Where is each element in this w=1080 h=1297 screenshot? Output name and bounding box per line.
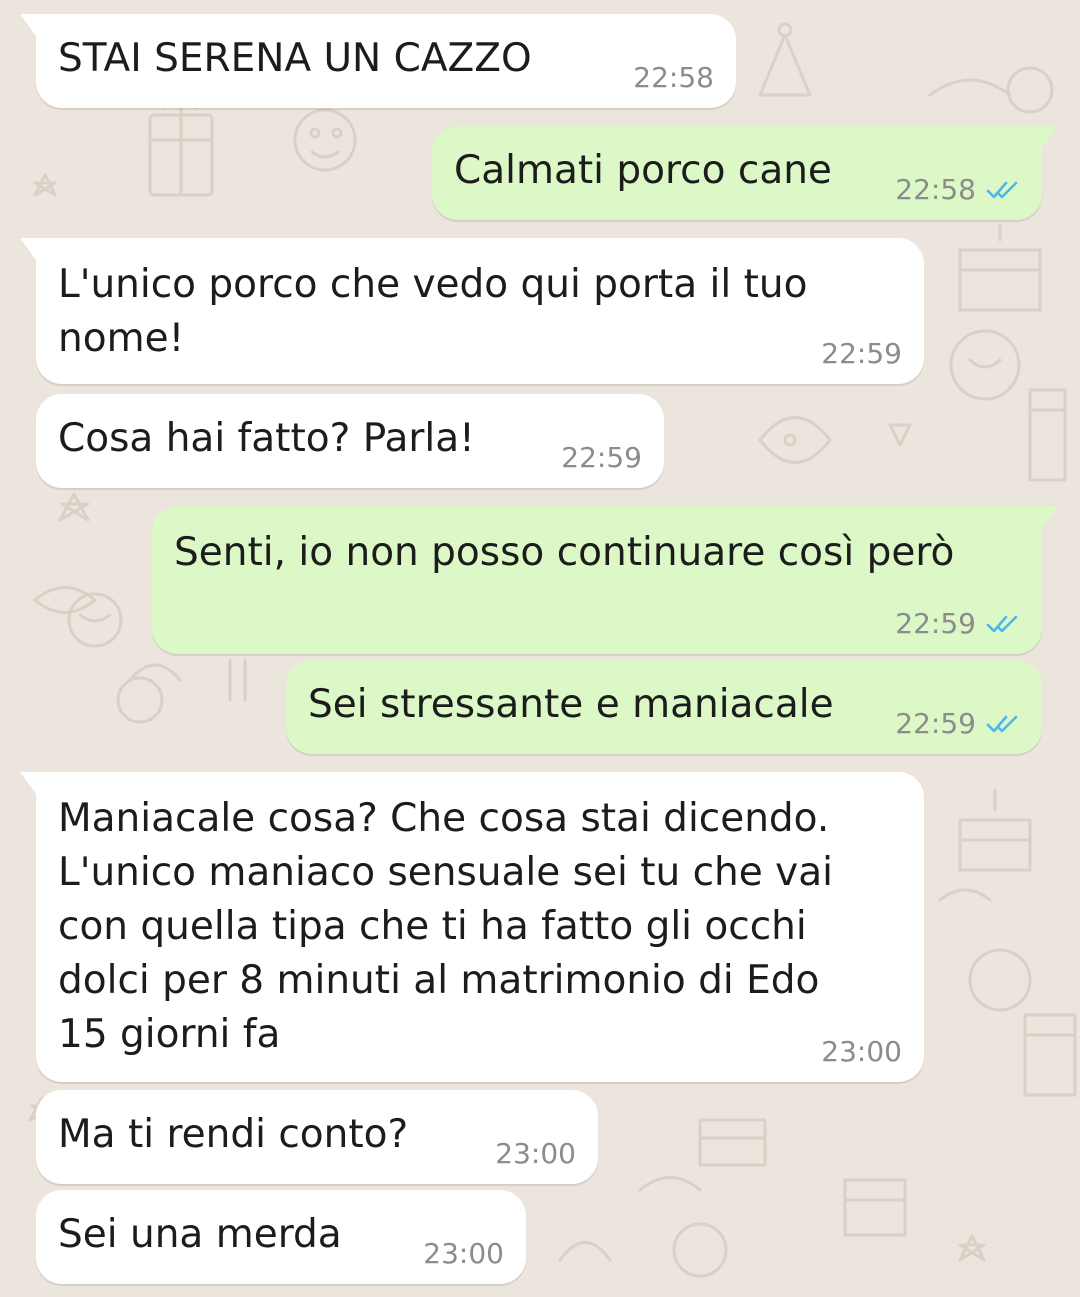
message-timestamp: 22:59 [821, 337, 902, 370]
double-check-icon [986, 615, 1018, 632]
message-timestamp: 23:00 [423, 1237, 504, 1270]
message-meta: 23:00 [821, 1035, 902, 1068]
message-text: Sei una merda [58, 1212, 342, 1257]
message-text: nome! [58, 316, 185, 361]
outgoing-message[interactable]: Senti, io non posso continuare così però… [152, 506, 1058, 654]
double-check-icon [986, 715, 1018, 732]
message-meta: 22:59 [821, 337, 902, 370]
message-meta: 22:59 [895, 607, 1020, 640]
message-timestamp: 22:59 [895, 707, 976, 740]
message-timestamp: 23:00 [821, 1035, 902, 1068]
message-text: L'unico maniaco sensuale sei tu che vai [58, 850, 833, 895]
bubble-tail [20, 772, 36, 794]
message-meta: 23:00 [495, 1137, 576, 1170]
message-text: Calmati porco cane [454, 148, 832, 193]
incoming-message[interactable]: Maniacale cosa? Che cosa stai dicendo. L… [20, 772, 924, 1082]
outgoing-message[interactable]: Sei stressante e maniacale 22:59 [286, 660, 1042, 754]
message-text: Maniacale cosa? Che cosa stai dicendo. [58, 796, 830, 841]
bubble-tail [20, 238, 36, 260]
outgoing-message[interactable]: Calmati porco cane 22:58 [432, 126, 1058, 220]
bubble-tail [1042, 506, 1058, 528]
message-meta: 22:59 [895, 707, 1020, 740]
message-text: con quella tipa che ti ha fatto gli occh… [58, 904, 807, 949]
message-meta: 23:00 [423, 1237, 504, 1270]
message-text: Ma ti rendi conto? [58, 1112, 409, 1157]
message-timestamp: 22:58 [633, 61, 714, 94]
message-meta: 22:58 [895, 173, 1020, 206]
incoming-message[interactable]: Cosa hai fatto? Parla! 22:59 [36, 394, 664, 488]
message-text: Sei stressante e maniacale [308, 682, 834, 727]
message-timestamp: 22:59 [895, 607, 976, 640]
incoming-message[interactable]: STAI SERENA UN CAZZO 22:58 [20, 14, 736, 108]
message-text: Senti, io non posso continuare così però [174, 530, 955, 575]
message-meta: 22:59 [561, 441, 642, 474]
message-text: dolci per 8 minuti al matrimonio di Edo [58, 958, 820, 1003]
incoming-message[interactable]: Sei una merda 23:00 [36, 1190, 526, 1284]
message-timestamp: 23:00 [495, 1137, 576, 1170]
message-text: 15 giorni fa [58, 1012, 281, 1057]
message-text: STAI SERENA UN CAZZO [58, 36, 532, 81]
message-text: L'unico porco che vedo qui porta il tuo [58, 262, 808, 307]
message-timestamp: 22:59 [561, 441, 642, 474]
incoming-message[interactable]: Ma ti rendi conto? 23:00 [36, 1090, 598, 1184]
bubble-tail [1042, 126, 1058, 148]
bubble-tail [20, 14, 36, 36]
message-meta: 22:58 [633, 61, 714, 94]
message-text: Cosa hai fatto? Parla! [58, 416, 475, 461]
double-check-icon [986, 181, 1018, 198]
incoming-message[interactable]: L'unico porco che vedo qui porta il tuo … [20, 238, 924, 384]
message-timestamp: 22:58 [895, 173, 976, 206]
